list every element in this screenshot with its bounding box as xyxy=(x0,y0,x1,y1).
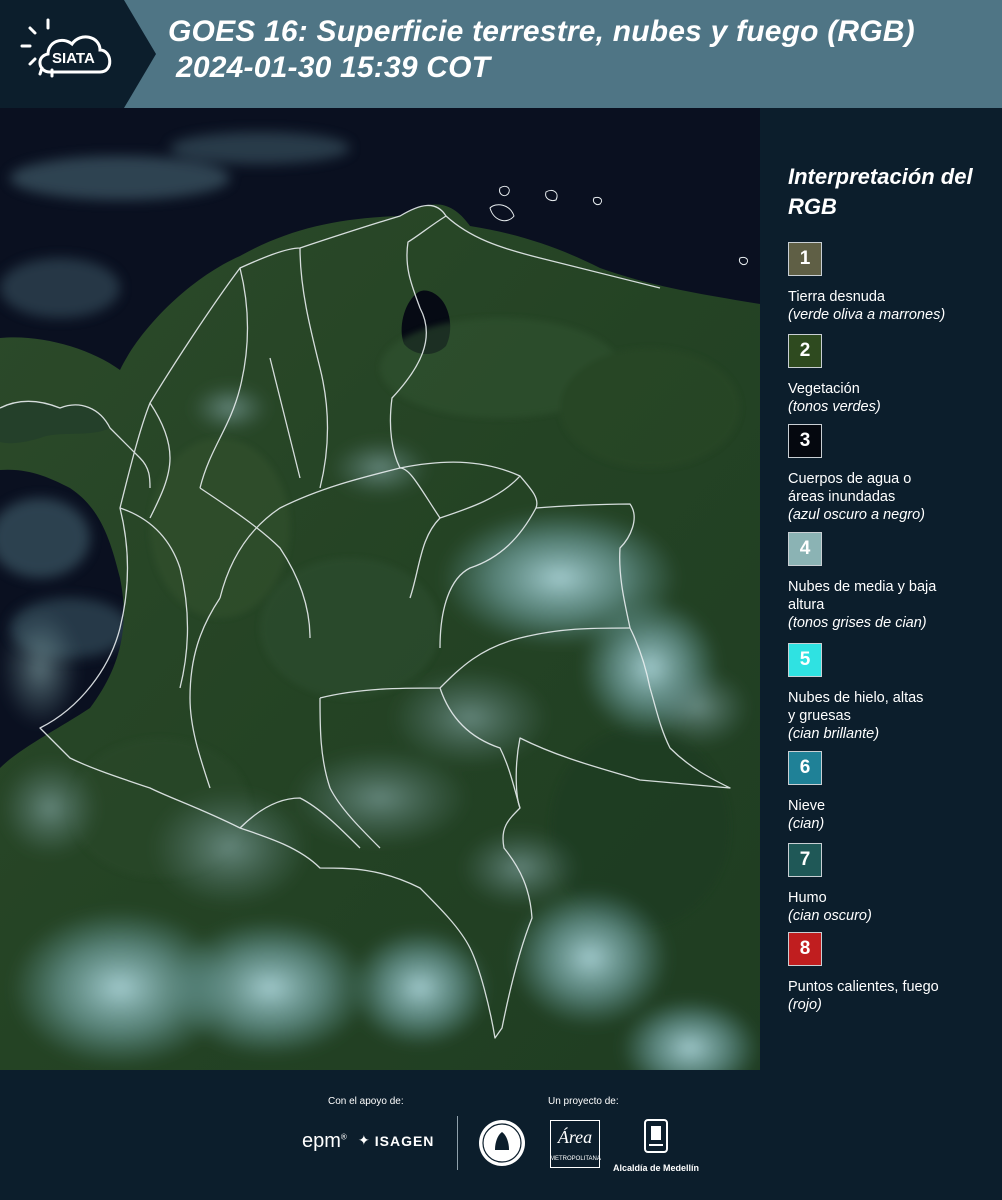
legend-title: Interpretación del RGB xyxy=(788,164,973,219)
legend-label-8: Puntos calientes, fuego xyxy=(788,979,939,995)
legend-sub-1: (verde oliva a marrones) xyxy=(788,307,946,323)
legend-sub-4: (tonos grises de cian) xyxy=(788,615,927,631)
legend-label-7: Humo xyxy=(788,890,827,906)
siata-wordmark: SIATA xyxy=(52,50,95,67)
legend-label-3: Cuerpos de agua o áreas inundadas xyxy=(788,471,912,505)
alcaldia-logo: Alcaldía de Medellín xyxy=(611,1118,701,1173)
legend-swatch-4: 4 xyxy=(788,532,822,566)
medellin-coat-of-arms-icon xyxy=(644,1119,668,1153)
satellite-map xyxy=(0,108,760,1070)
isagen-icon: ✦ xyxy=(358,1132,371,1148)
legend-item-5: 5 Nubes de hielo, altas y gruesas (cian … xyxy=(788,643,988,743)
legend-sub-3: (azul oscuro a negro) xyxy=(788,507,926,523)
alcaldia-label: Alcaldía de Medellín xyxy=(612,1163,700,1173)
legend-swatch-7: 7 xyxy=(788,843,822,877)
legend-swatch-3: 3 xyxy=(788,424,822,458)
page-title: GOES 16: Superficie terrestre, nubes y f… xyxy=(168,14,998,86)
legend-swatch-8: 8 xyxy=(788,932,822,966)
legend-item-1: 1 Tierra desnuda (verde oliva a marrones… xyxy=(788,242,988,324)
legend-item-6: 6 Nieve (cian) xyxy=(788,751,988,833)
legend-label-6: Nieve xyxy=(788,798,826,814)
legend-swatch-2: 2 xyxy=(788,334,822,368)
legend-sub-2: (tonos verdes) xyxy=(788,399,881,415)
legend-item-4: 4 Nubes de media y baja altura (tonos gr… xyxy=(788,532,988,632)
epm-wordmark: epm xyxy=(302,1130,341,1152)
legend-item-8: 8 Puntos calientes, fuego (rojo) xyxy=(788,932,988,1014)
legend-swatch-6: 6 xyxy=(788,751,822,785)
epm-logo: epm® xyxy=(302,1130,347,1152)
amva-wordmark: Área xyxy=(557,1127,593,1147)
legend-sub-7: (cian oscuro) xyxy=(788,908,872,924)
legend-swatch-5: 5 xyxy=(788,643,822,677)
legend-label-4: Nubes de media y baja altura xyxy=(788,579,937,613)
legend-sub-6: (cian) xyxy=(788,816,825,832)
footer-divider xyxy=(457,1116,458,1170)
legend-swatch-1: 1 xyxy=(788,242,822,276)
footer: Con el apoyo de: Un proyecto de: epm® ✦ … xyxy=(0,1070,1002,1200)
support-label: Con el apoyo de: xyxy=(328,1096,404,1107)
amva-subtext: METROPOLITANA xyxy=(550,1156,601,1162)
legend-label-2: Vegetación xyxy=(788,381,860,397)
university-seal-icon xyxy=(479,1120,525,1166)
project-label: Un proyecto de: xyxy=(548,1096,619,1107)
isagen-wordmark: ISAGEN xyxy=(374,1132,435,1149)
legend-panel: Interpretación del RGB 1 Tierra desnuda … xyxy=(760,108,1002,1070)
siata-logo: SIATA xyxy=(0,0,156,108)
title-timestamp: 2024-01-30 15:39 COT xyxy=(176,51,491,84)
title-line-1: GOES 16: Superficie terrestre, nubes y f… xyxy=(168,15,915,48)
legend-item-7: 7 Humo (cian oscuro) xyxy=(788,843,988,925)
legend-label-5: Nubes de hielo, altas y gruesas xyxy=(788,690,924,724)
legend-sub-8: (rojo) xyxy=(788,997,822,1013)
legend-item-3: 3 Cuerpos de agua o áreas inundadas (azu… xyxy=(788,424,988,524)
legend-sub-5: (cian brillante) xyxy=(788,726,880,742)
isagen-logo: ✦ ISAGEN xyxy=(358,1132,434,1149)
legend-label-1: Tierra desnuda xyxy=(788,289,885,305)
legend-item-2: 2 Vegetación (tonos verdes) xyxy=(788,334,988,416)
